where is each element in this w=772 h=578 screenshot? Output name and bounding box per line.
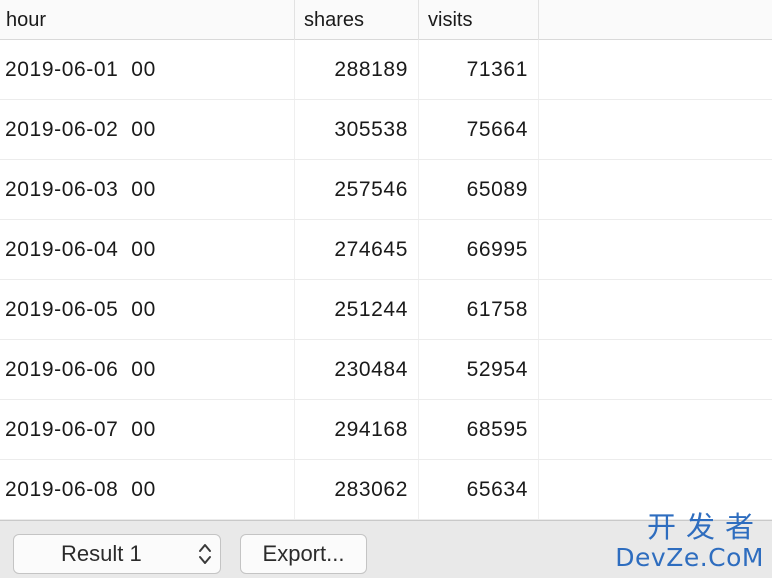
cell-hour[interactable]: 2019-06-04 00 [0, 220, 295, 279]
cell-visits[interactable]: 65634 [419, 460, 539, 519]
cell-hour[interactable]: 2019-06-05 00 [0, 280, 295, 339]
result-set-select-label: Result 1 [61, 541, 142, 566]
grid-rows: 2019-06-01 00 288189 71361 2019-06-02 00… [0, 40, 772, 520]
cell-hour[interactable]: 2019-06-06 00 [0, 340, 295, 399]
table-row[interactable]: 2019-06-07 00 294168 68595 [0, 400, 772, 460]
cell-filler [539, 220, 772, 279]
cell-shares[interactable]: 274645 [295, 220, 419, 279]
grid-header: hour shares visits [0, 0, 772, 40]
column-header-visits[interactable]: visits [419, 0, 539, 40]
cell-filler [539, 340, 772, 399]
cell-hour[interactable]: 2019-06-07 00 [0, 400, 295, 459]
table-row[interactable]: 2019-06-06 00 230484 52954 [0, 340, 772, 400]
column-header-shares[interactable]: shares [295, 0, 419, 40]
column-header-filler [539, 0, 772, 40]
cell-shares[interactable]: 305538 [295, 100, 419, 159]
watermark-line-2: DevZe.CoM [615, 543, 764, 572]
cell-filler [539, 100, 772, 159]
watermark-logo: 开发者 DevZe.CoM [604, 510, 764, 576]
cell-shares[interactable]: 283062 [295, 460, 419, 519]
table-row[interactable]: 2019-06-05 00 251244 61758 [0, 280, 772, 340]
up-down-chevron-icon [199, 544, 211, 564]
cell-visits[interactable]: 75664 [419, 100, 539, 159]
cell-hour[interactable]: 2019-06-08 00 [0, 460, 295, 519]
result-set-select[interactable]: Result 1 [13, 534, 221, 574]
cell-filler [539, 160, 772, 219]
cell-filler [539, 280, 772, 339]
cell-visits[interactable]: 68595 [419, 400, 539, 459]
cell-visits[interactable]: 65089 [419, 160, 539, 219]
cell-hour[interactable]: 2019-06-03 00 [0, 160, 295, 219]
cell-shares[interactable]: 288189 [295, 40, 419, 99]
table-row[interactable]: 2019-06-02 00 305538 75664 [0, 100, 772, 160]
watermark-line-1: 开发者 [646, 510, 764, 544]
results-grid: hour shares visits 2019-06-01 00 288189 … [0, 0, 772, 520]
cell-visits[interactable]: 71361 [419, 40, 539, 99]
table-row[interactable]: 2019-06-04 00 274645 66995 [0, 220, 772, 280]
cell-hour[interactable]: 2019-06-02 00 [0, 100, 295, 159]
cell-visits[interactable]: 66995 [419, 220, 539, 279]
cell-filler [539, 400, 772, 459]
cell-visits[interactable]: 61758 [419, 280, 539, 339]
cell-hour[interactable]: 2019-06-01 00 [0, 40, 295, 99]
cell-visits[interactable]: 52954 [419, 340, 539, 399]
export-button[interactable]: Export... [240, 534, 367, 574]
cell-shares[interactable]: 230484 [295, 340, 419, 399]
cell-filler [539, 40, 772, 99]
cell-shares[interactable]: 294168 [295, 400, 419, 459]
cell-shares[interactable]: 251244 [295, 280, 419, 339]
column-header-hour[interactable]: hour [0, 0, 295, 40]
cell-shares[interactable]: 257546 [295, 160, 419, 219]
table-row[interactable]: 2019-06-01 00 288189 71361 [0, 40, 772, 100]
table-row[interactable]: 2019-06-03 00 257546 65089 [0, 160, 772, 220]
